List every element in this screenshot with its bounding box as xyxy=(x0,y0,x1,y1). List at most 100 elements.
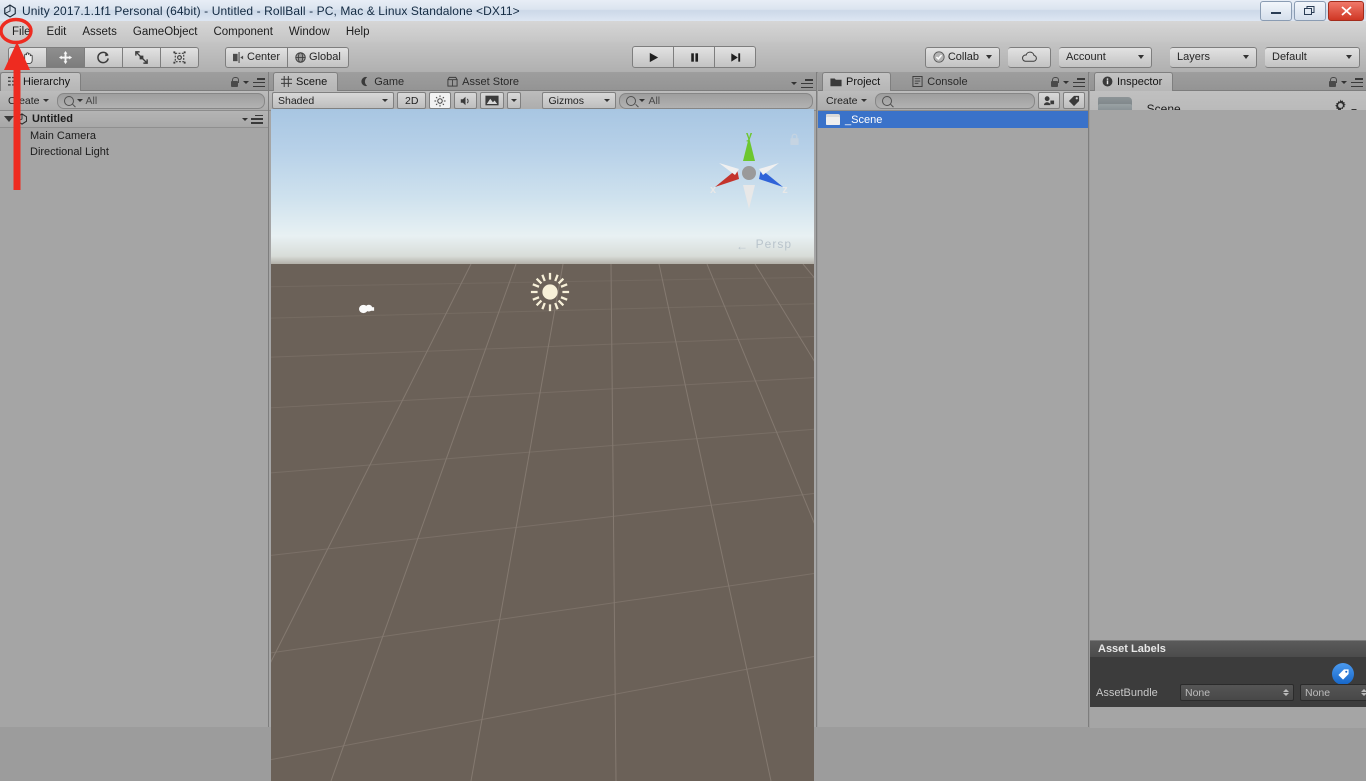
inspector-body xyxy=(1090,110,1366,640)
asset-labels-title: Asset Labels xyxy=(1098,643,1166,655)
scene-toolbar: Shaded 2D Gizmos All xyxy=(269,91,816,111)
close-button[interactable] xyxy=(1328,1,1364,21)
folder-icon xyxy=(830,78,842,87)
hierarchy-search-input[interactable]: All xyxy=(56,92,265,109)
scene-audio-toggle[interactable] xyxy=(454,92,478,109)
lock-icon[interactable] xyxy=(1050,77,1059,88)
hierarchy-icon xyxy=(8,76,19,86)
panel-menu-icon[interactable] xyxy=(1073,78,1085,87)
filter-by-label-button[interactable] xyxy=(1063,92,1085,109)
pause-button[interactable] xyxy=(674,46,715,68)
minimize-button[interactable] xyxy=(1260,1,1292,21)
menu-component[interactable]: Component xyxy=(205,24,280,40)
asset-labels-footer xyxy=(1090,707,1366,728)
play-button[interactable] xyxy=(632,46,674,68)
toggle-2d-label: 2D xyxy=(405,94,419,107)
hand-tool-button[interactable] xyxy=(8,46,47,68)
tab-project[interactable]: Project xyxy=(822,72,892,91)
scene-orientation-gizmo[interactable]: y x z xyxy=(709,130,789,211)
menu-window[interactable]: Window xyxy=(281,24,338,40)
chevron-down-icon xyxy=(791,82,797,85)
panel-menu-icon[interactable] xyxy=(253,78,265,87)
transform-tools-group xyxy=(8,46,199,68)
filter-by-type-icon xyxy=(1043,95,1055,105)
project-search-input[interactable] xyxy=(874,92,1035,109)
account-label: Account xyxy=(1066,51,1106,63)
tab-inspector[interactable]: Inspector xyxy=(1094,72,1174,91)
toggle-2d-button[interactable]: 2D xyxy=(397,92,427,109)
tab-hierarchy[interactable]: Hierarchy xyxy=(0,72,82,91)
project-create-label: Create xyxy=(826,94,858,107)
splitter-scene-project[interactable] xyxy=(816,72,817,727)
chevron-down-icon xyxy=(860,99,867,102)
scene-lock-icon[interactable] xyxy=(789,133,800,149)
camera-gizmo[interactable] xyxy=(357,301,377,320)
hierarchy-create-label: Create xyxy=(8,94,40,107)
project-item-scene[interactable]: _Scene xyxy=(818,111,1088,128)
account-button[interactable]: Account xyxy=(1059,46,1152,68)
rect-tool-button[interactable] xyxy=(161,46,199,68)
assetbundle-variant-value: None xyxy=(1305,686,1331,699)
game-moon-icon xyxy=(361,76,368,87)
lock-icon[interactable] xyxy=(1328,77,1337,88)
restore-button[interactable] xyxy=(1294,1,1326,21)
hierarchy-scene-name: Untitled xyxy=(32,113,73,125)
move-tool-button[interactable] xyxy=(47,46,85,68)
menu-assets[interactable]: Assets xyxy=(74,24,125,40)
tag-icon[interactable] xyxy=(1332,663,1354,685)
toolbar-right-group: Collab Account Layers Default xyxy=(924,46,1360,68)
cloud-button[interactable] xyxy=(1008,46,1051,68)
collab-button[interactable]: Collab xyxy=(924,46,1000,68)
panel-menu-icon[interactable] xyxy=(1351,78,1363,87)
audio-toggle-icon xyxy=(461,96,470,105)
scale-tool-button[interactable] xyxy=(123,46,161,68)
project-create-button[interactable]: Create xyxy=(821,93,872,108)
scene-effects-toggle[interactable] xyxy=(480,92,505,109)
assetbundle-label: AssetBundle xyxy=(1096,686,1158,699)
asset-store-icon xyxy=(447,76,458,87)
splitter-project-inspector[interactable] xyxy=(1088,72,1089,727)
menu-help[interactable]: Help xyxy=(338,24,378,40)
tab-asset-store[interactable]: Asset Store xyxy=(440,73,529,90)
rotate-tool-button[interactable] xyxy=(85,46,123,68)
menu-edit[interactable]: Edit xyxy=(39,24,75,40)
panel-menu-icon[interactable] xyxy=(801,79,813,88)
scene-menu-icon[interactable] xyxy=(251,114,263,124)
tab-game[interactable]: Game xyxy=(352,73,414,90)
scene-viewport[interactable]: y x z ← Persp xyxy=(271,109,814,781)
filter-by-type-button[interactable] xyxy=(1038,92,1060,109)
directional-light-gizmo[interactable] xyxy=(529,271,571,316)
foldout-triangle-icon[interactable] xyxy=(4,116,14,122)
scene-search-input[interactable]: All xyxy=(619,92,813,109)
persp-arrow-icon: ← xyxy=(736,239,748,253)
step-button[interactable] xyxy=(715,46,756,68)
hierarchy-item-main-camera[interactable]: Main Camera xyxy=(0,128,268,144)
scene-effects-dropdown[interactable] xyxy=(507,92,522,109)
asset-labels-header: Asset Labels xyxy=(1090,640,1366,657)
tab-hierarchy-label: Hierarchy xyxy=(23,75,71,88)
scene-lighting-toggle[interactable] xyxy=(429,92,452,109)
hierarchy-create-button[interactable]: Create xyxy=(3,93,54,108)
hierarchy-item-label: Main Camera xyxy=(30,130,97,142)
folder-icon xyxy=(826,114,840,125)
tab-scene[interactable]: Scene xyxy=(273,72,339,91)
hierarchy-scene-row[interactable]: Untitled xyxy=(0,111,268,128)
assetbundle-variant-dropdown[interactable]: None xyxy=(1300,684,1366,701)
menu-file[interactable]: File xyxy=(4,24,39,40)
gizmos-dropdown[interactable]: Gizmos xyxy=(542,92,617,109)
assetbundle-name-dropdown[interactable]: None xyxy=(1180,684,1294,701)
menu-gameobject[interactable]: GameObject xyxy=(125,24,206,40)
draw-mode-dropdown[interactable]: Shaded xyxy=(272,92,394,109)
lock-icon[interactable] xyxy=(230,77,239,88)
scene-strip-controls xyxy=(791,79,813,88)
svg-text:z: z xyxy=(782,184,788,196)
pivot-rotation-button[interactable]: Global xyxy=(288,46,349,68)
camera-projection-label[interactable]: Persp xyxy=(756,237,792,251)
hierarchy-item-directional-light[interactable]: Directional Light xyxy=(0,144,268,160)
tab-console[interactable]: Console xyxy=(905,73,977,90)
layers-button[interactable]: Layers xyxy=(1170,46,1257,68)
pivot-mode-button[interactable]: Center xyxy=(225,46,289,68)
chevron-down-icon xyxy=(986,55,992,59)
layout-button[interactable]: Default xyxy=(1265,46,1360,68)
asset-labels-body: AssetBundle None None xyxy=(1090,657,1366,707)
